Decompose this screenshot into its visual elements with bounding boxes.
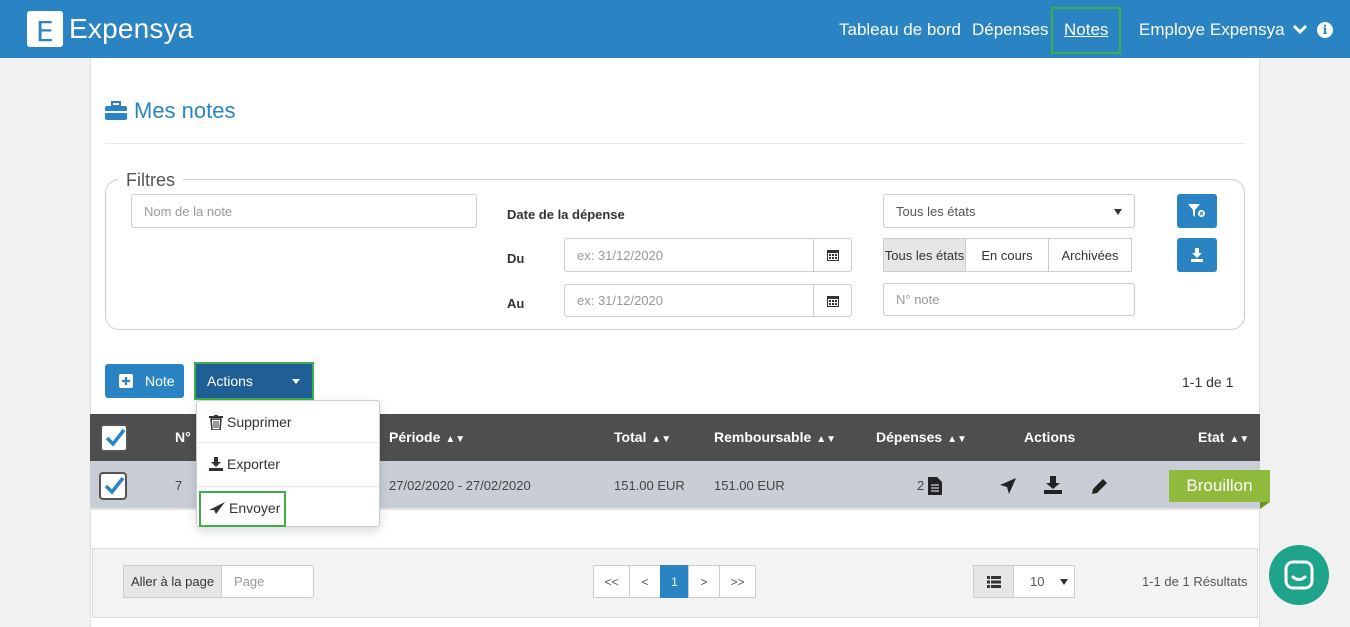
actions-highlight <box>194 362 314 400</box>
page-1-button[interactable]: 1 <box>660 565 689 598</box>
list-icon <box>986 575 1001 588</box>
caret-down-icon <box>1060 579 1068 585</box>
tab-archived[interactable]: Archivées <box>1048 238 1132 272</box>
download-icon <box>1191 248 1203 262</box>
user-name: Employe Expensya <box>1139 20 1285 39</box>
plus-square-icon <box>119 374 133 388</box>
row-refundable: 151.00 EUR <box>714 478 785 493</box>
row-checkbox[interactable] <box>99 472 127 500</box>
menu-item-delete-label: Supprimer <box>227 414 292 430</box>
sort-icon: ▲▼ <box>947 434 967 445</box>
col-number[interactable]: N° <box>175 429 191 445</box>
download-icon[interactable] <box>1044 476 1062 494</box>
file-text-icon[interactable] <box>928 477 942 495</box>
check-icon <box>104 476 125 495</box>
col-refundable[interactable]: Remboursable ▲▼ <box>714 429 836 445</box>
chat-launcher-button[interactable] <box>1269 545 1329 605</box>
nav-item-user-menu[interactable]: Employe Expensya <box>1139 20 1308 40</box>
nav-item-dashboard[interactable]: Tableau de bord <box>839 20 961 40</box>
check-icon <box>105 428 126 447</box>
sort-icon: ▲▼ <box>651 434 672 445</box>
logo-mark: E <box>27 11 63 48</box>
col-status[interactable]: Etat ▲▼ <box>1198 429 1249 445</box>
pencil-icon[interactable] <box>1092 478 1108 494</box>
col-expenses[interactable]: Dépenses ▲▼ <box>876 429 967 445</box>
date-from-placeholder: ex: 31/12/2020 <box>577 247 664 263</box>
col-actions: Actions <box>1024 429 1076 445</box>
nav-item-expenses[interactable]: Dépenses <box>972 20 1049 40</box>
tab-all-states[interactable]: Tous les états <box>883 238 966 272</box>
brand-name: Expensya <box>69 13 194 44</box>
menu-item-delete[interactable]: Supprimer <box>197 401 379 443</box>
add-note-label: Note <box>145 373 175 389</box>
add-note-button[interactable]: Note <box>105 364 184 398</box>
sort-icon: ▲▼ <box>1229 434 1250 445</box>
page-header: Mes notes <box>104 98 236 124</box>
calendar-icon <box>826 296 839 307</box>
caret-down-icon <box>1114 209 1122 215</box>
briefcase-icon <box>105 101 127 120</box>
status-badge: Brouillon <box>1169 470 1270 502</box>
state-select-value: Tous les états <box>896 203 976 219</box>
col-total[interactable]: Total ▲▼ <box>614 429 671 445</box>
top-navbar: E Expensya Tableau de bord Dépenses Note… <box>0 0 1350 58</box>
tab-in-progress[interactable]: En cours <box>965 238 1049 272</box>
results-summary: 1-1 de 1 Résultats <box>1142 574 1248 589</box>
col-period[interactable]: Période ▲▼ <box>389 429 465 445</box>
chevron-down-icon <box>1293 24 1308 35</box>
brand-logo[interactable]: E Expensya <box>27 11 194 48</box>
row-period: 27/02/2020 - 27/02/2020 <box>389 478 531 493</box>
status-badge-tail <box>1260 502 1270 509</box>
from-label: Du <box>507 251 525 266</box>
page-size-value: 10 <box>1030 574 1045 589</box>
clear-filter-button[interactable] <box>1177 194 1217 228</box>
download-icon <box>209 457 223 471</box>
page-prev-button[interactable]: < <box>629 565 661 598</box>
row-total: 151.00 EUR <box>614 478 685 493</box>
date-to-calendar-button[interactable] <box>813 285 851 317</box>
page-next-button[interactable]: > <box>688 565 720 598</box>
calendar-icon <box>826 250 839 261</box>
note-number-input[interactable]: N° note <box>883 283 1135 316</box>
sort-icon: ▲▼ <box>816 434 837 445</box>
list-view-button[interactable] <box>973 565 1014 598</box>
goto-page-input[interactable]: Page <box>221 565 314 598</box>
state-select[interactable]: Tous les états <box>883 194 1135 228</box>
title-divider <box>105 143 1245 144</box>
send-icon[interactable] <box>1000 478 1016 494</box>
date-to-input[interactable]: ex: 31/12/2020 <box>564 284 852 317</box>
info-icon[interactable]: i <box>1317 22 1333 38</box>
page-first-button[interactable]: << <box>593 565 630 598</box>
to-label: Au <box>507 296 525 311</box>
row-number: 7 <box>175 478 183 493</box>
filter-clear-icon <box>1188 204 1205 217</box>
download-button[interactable] <box>1177 238 1217 272</box>
goto-page-label: Aller à la page <box>123 565 222 598</box>
menu-item-export-label: Exporter <box>227 456 280 472</box>
menu-item-export[interactable]: Exporter <box>197 443 379 485</box>
date-from-input[interactable]: ex: 31/12/2020 <box>564 238 852 272</box>
send-highlight <box>199 491 286 527</box>
date-from-calendar-button[interactable] <box>813 239 851 271</box>
select-all-checkbox[interactable] <box>100 424 128 452</box>
page-title: Mes notes <box>134 98 236 123</box>
page-size-select[interactable]: 10 <box>1013 565 1075 598</box>
date-to-placeholder: ex: 31/12/2020 <box>577 293 664 308</box>
sort-icon: ▲▼ <box>445 434 466 445</box>
row-expenses-count: 2 <box>917 478 925 493</box>
note-name-input[interactable]: Nom de la note <box>131 194 477 228</box>
chat-icon <box>1284 560 1314 590</box>
filters-legend: Filtres <box>118 170 183 191</box>
expense-date-label: Date de la dépense <box>507 207 625 222</box>
page-last-button[interactable]: >> <box>719 565 756 598</box>
trash-icon <box>209 414 223 430</box>
record-count: 1-1 de 1 <box>1182 374 1234 390</box>
nav-notes-highlight <box>1051 7 1121 54</box>
